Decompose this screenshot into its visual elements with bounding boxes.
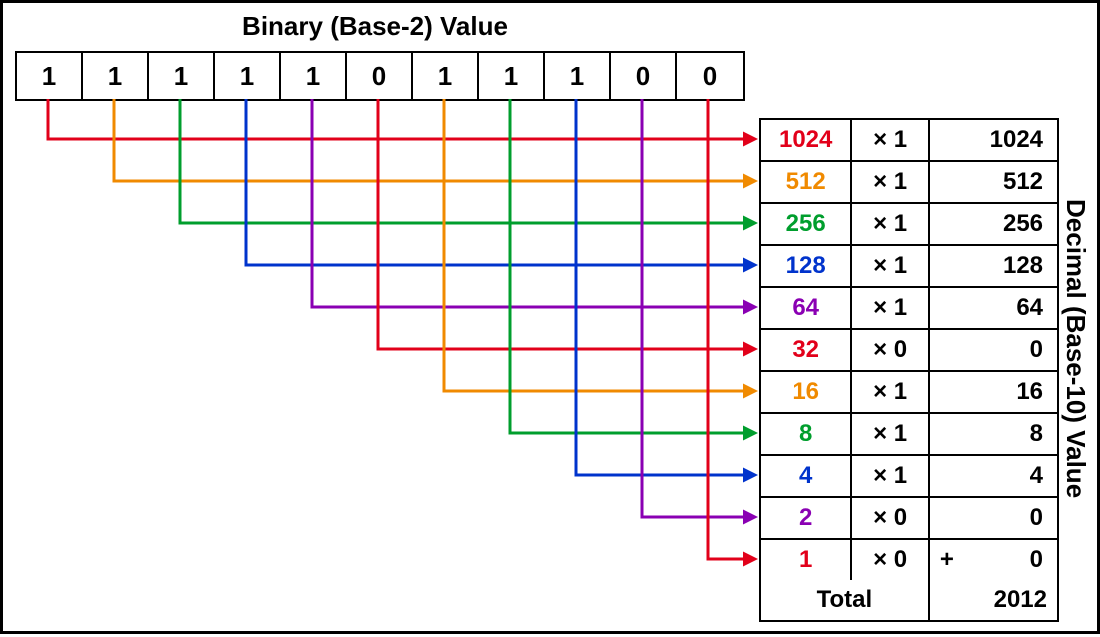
title-decimal: Decimal (Base-10) Value [1061, 118, 1091, 580]
multiplier-cell: × 1 [852, 162, 929, 202]
total-label: Total [761, 580, 930, 620]
place-value-cell: 2 [761, 498, 852, 538]
bit-cell: 1 [479, 53, 545, 99]
connector-line [510, 99, 755, 433]
bit-cell: 1 [83, 53, 149, 99]
bit-cell: 1 [17, 53, 83, 99]
table-row: 128× 1128 [759, 244, 1059, 286]
multiplier-cell: × 1 [852, 120, 929, 160]
table-row: 8× 18 [759, 412, 1059, 454]
bit-cell: 1 [215, 53, 281, 99]
total-row: Total2012 [759, 580, 1059, 622]
binary-bit-row: 11111011100 [15, 51, 745, 101]
table-row: 4× 14 [759, 454, 1059, 496]
bit-cell: 1 [281, 53, 347, 99]
bit-cell: 1 [413, 53, 479, 99]
product-value: 16 [1016, 378, 1043, 406]
table-row: 16× 116 [759, 370, 1059, 412]
product-value: 64 [1016, 294, 1043, 322]
multiplier-cell: × 1 [852, 204, 929, 244]
multiplier-cell: × 0 [852, 330, 929, 370]
connector-line [576, 99, 755, 475]
connector-line [312, 99, 755, 307]
place-value-cell: 4 [761, 456, 852, 496]
total-value: 2012 [930, 580, 1057, 620]
bit-cell: 0 [347, 53, 413, 99]
product-value: 0 [1030, 336, 1043, 364]
plus-sign: + [940, 546, 954, 574]
product-value: 8 [1030, 420, 1043, 448]
connector-line [642, 99, 755, 517]
product-cell: 1024 [930, 120, 1057, 160]
table-row: 1024× 11024 [759, 118, 1059, 160]
value-table: 1024× 11024512× 1512256× 1256128× 112864… [759, 118, 1059, 622]
table-row: 512× 1512 [759, 160, 1059, 202]
place-value-cell: 128 [761, 246, 852, 286]
multiplier-cell: × 1 [852, 372, 929, 412]
place-value-cell: 1 [761, 540, 852, 580]
connector-line [444, 99, 755, 391]
title-binary: Binary (Base-2) Value [3, 11, 747, 42]
connector-line [48, 99, 755, 139]
product-cell: 512 [930, 162, 1057, 202]
table-row: 256× 1256 [759, 202, 1059, 244]
bit-cell: 1 [149, 53, 215, 99]
connector-line [114, 99, 755, 181]
product-value: 512 [1003, 168, 1043, 196]
product-value: 0 [1030, 504, 1043, 532]
product-value: 4 [1030, 462, 1043, 490]
place-value-cell: 16 [761, 372, 852, 412]
bit-cell: 1 [545, 53, 611, 99]
product-value: 256 [1003, 210, 1043, 238]
place-value-cell: 512 [761, 162, 852, 202]
place-value-cell: 1024 [761, 120, 852, 160]
table-row: 2× 0 0 [759, 496, 1059, 538]
place-value-cell: 8 [761, 414, 852, 454]
multiplier-cell: × 0 [852, 540, 929, 580]
product-cell: 64 [930, 288, 1057, 328]
product-value: 128 [1003, 252, 1043, 280]
multiplier-cell: × 0 [852, 498, 929, 538]
connector-line [180, 99, 755, 223]
table-row: 64× 164 [759, 286, 1059, 328]
product-cell: 16 [930, 372, 1057, 412]
connector-line [246, 99, 755, 265]
place-value-cell: 32 [761, 330, 852, 370]
bit-cell: 0 [677, 53, 743, 99]
connector-line [378, 99, 755, 349]
product-cell: 0 [930, 330, 1057, 370]
product-cell: 8 [930, 414, 1057, 454]
product-cell: 4 [930, 456, 1057, 496]
table-row: 32× 0 0 [759, 328, 1059, 370]
product-cell: 128 [930, 246, 1057, 286]
product-cell: 256 [930, 204, 1057, 244]
multiplier-cell: × 1 [852, 288, 929, 328]
place-value-cell: 256 [761, 204, 852, 244]
multiplier-cell: × 1 [852, 456, 929, 496]
product-cell: 0 [930, 498, 1057, 538]
connector-line [708, 99, 755, 559]
place-value-cell: 64 [761, 288, 852, 328]
product-value: 0 [1030, 546, 1043, 574]
table-row: 1× 0+0 [759, 538, 1059, 580]
multiplier-cell: × 1 [852, 414, 929, 454]
multiplier-cell: × 1 [852, 246, 929, 286]
bit-cell: 0 [611, 53, 677, 99]
product-cell: +0 [930, 540, 1057, 580]
product-value: 1024 [990, 126, 1043, 154]
diagram-frame: Binary (Base-2) Value Decimal (Base-10) … [0, 0, 1100, 634]
